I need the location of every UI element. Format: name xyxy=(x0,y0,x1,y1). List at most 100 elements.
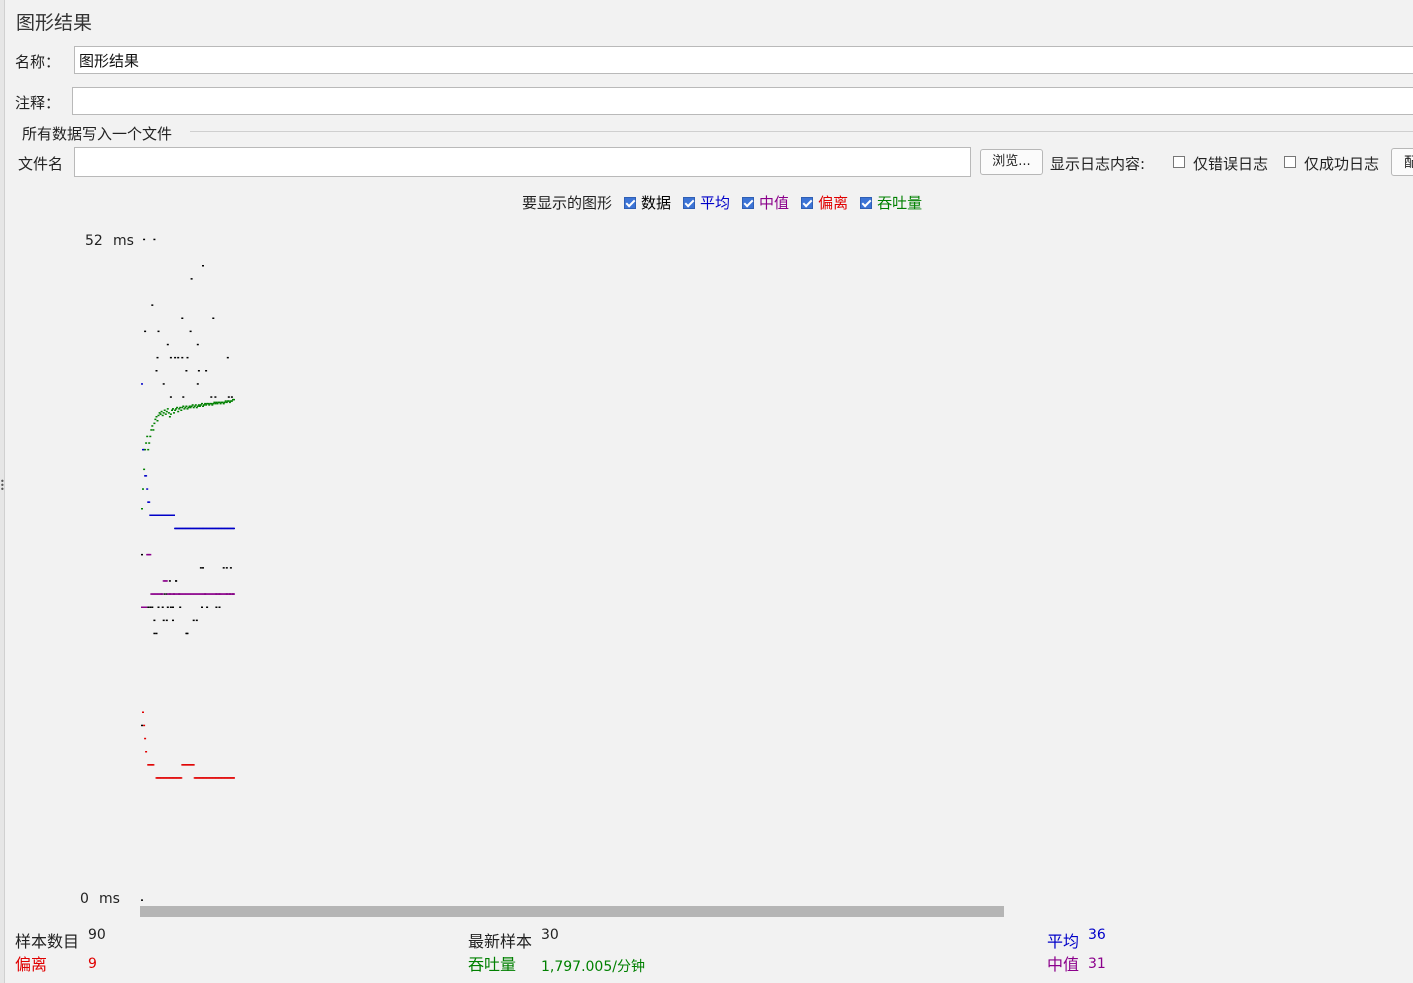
throughput-point xyxy=(178,408,181,410)
throughput-point xyxy=(193,405,196,407)
average-label: 平均 xyxy=(1047,932,1080,951)
data-point xyxy=(165,619,168,622)
median-point xyxy=(233,593,235,595)
throughput-point xyxy=(228,401,231,404)
success-only-label[interactable]: 仅成功日志 xyxy=(1304,153,1379,174)
data-point xyxy=(141,553,143,556)
throughput-point xyxy=(169,413,172,415)
comment-field[interactable] xyxy=(72,87,1413,115)
throughput-point xyxy=(161,414,164,417)
throughput-point xyxy=(210,402,213,405)
option-throughput-label[interactable]: 吞吐量 xyxy=(877,192,922,213)
name-label: 名称： xyxy=(15,53,61,71)
option-throughput[interactable]: 吞吐量 xyxy=(860,192,922,213)
browse-button[interactable]: 浏览... xyxy=(980,149,1043,175)
throughput-point xyxy=(160,410,163,413)
data-point xyxy=(141,724,143,727)
throughput-point xyxy=(189,406,192,409)
throughput-point xyxy=(158,412,161,414)
option-median-checkbox[interactable] xyxy=(742,196,755,209)
data-point xyxy=(169,356,172,359)
option-data[interactable]: 数据 xyxy=(624,192,671,213)
data-point xyxy=(151,304,154,306)
name-field[interactable] xyxy=(74,46,1413,74)
file-group-legend: 所有数据写入一个文件 xyxy=(22,125,173,143)
data-point xyxy=(218,606,221,608)
throughput-point xyxy=(175,408,178,410)
throughput-point xyxy=(180,409,183,411)
errors-only-checkbox[interactable] xyxy=(1173,156,1185,168)
data-point xyxy=(151,606,154,608)
data-point xyxy=(192,619,195,622)
log-content-label: 显示日志内容: xyxy=(1050,155,1146,173)
throughput-point xyxy=(202,405,204,407)
throughput-point xyxy=(159,413,162,415)
y-max-value: 52 xyxy=(85,233,103,249)
data-point xyxy=(182,396,185,398)
median-point xyxy=(165,580,168,582)
option-data-checkbox[interactable] xyxy=(624,196,637,209)
deviation-point xyxy=(144,737,147,740)
data-point xyxy=(144,330,147,333)
data-point xyxy=(155,370,158,372)
throughput-point xyxy=(147,448,150,451)
throughput-point xyxy=(145,442,148,444)
data-point xyxy=(212,317,215,319)
median-point xyxy=(161,593,164,595)
data-point xyxy=(229,567,232,569)
option-average[interactable]: 平均 xyxy=(683,192,730,213)
throughput-point xyxy=(218,401,221,404)
throughput-point xyxy=(187,406,190,409)
data-point xyxy=(230,396,233,398)
option-median[interactable]: 中值 xyxy=(742,192,789,213)
option-average-label[interactable]: 平均 xyxy=(700,192,730,213)
data-point xyxy=(153,238,156,241)
median-point xyxy=(149,553,152,556)
data-point xyxy=(168,580,171,582)
deviation-point xyxy=(142,711,144,713)
data-point xyxy=(190,278,193,280)
data-point xyxy=(166,606,169,608)
data-point xyxy=(153,619,156,622)
deviation-point xyxy=(152,764,155,766)
errors-only-label[interactable]: 仅错误日志 xyxy=(1193,153,1268,174)
filename-field[interactable] xyxy=(74,147,971,177)
data-point xyxy=(225,567,228,569)
data-point xyxy=(143,238,146,241)
throughput-point xyxy=(174,409,177,411)
splitter-grip-icon[interactable]: • • • xyxy=(0,478,5,494)
throughput-point xyxy=(221,401,224,404)
throughput-point xyxy=(188,405,191,407)
configure-button[interactable]: 配 xyxy=(1391,148,1413,176)
data-point xyxy=(169,606,172,608)
throughput-point xyxy=(201,402,203,405)
data-point xyxy=(215,606,218,608)
data-point xyxy=(177,356,180,359)
option-median-label[interactable]: 中值 xyxy=(759,192,789,213)
throughput-point xyxy=(167,412,170,414)
option-data-label[interactable]: 数据 xyxy=(641,192,671,213)
throughput-point xyxy=(144,448,147,451)
throughput-point xyxy=(173,412,175,414)
option-average-checkbox[interactable] xyxy=(683,196,696,209)
average-value: 36 xyxy=(1088,927,1106,943)
throughput-point xyxy=(176,406,179,409)
data-point xyxy=(147,606,150,608)
graph-horizontal-scrollbar[interactable] xyxy=(140,906,1004,917)
data-point xyxy=(197,370,200,372)
data-point xyxy=(196,383,199,385)
throughput-point xyxy=(156,420,159,422)
throughput-point xyxy=(143,468,146,471)
data-point xyxy=(175,580,178,582)
throughput-point xyxy=(219,402,222,405)
success-only-checkbox[interactable] xyxy=(1284,156,1296,168)
data-point xyxy=(174,356,177,359)
option-deviation-checkbox[interactable] xyxy=(801,196,814,209)
option-throughput-checkbox[interactable] xyxy=(860,196,873,209)
throughput-label: 吞吐量 xyxy=(468,955,517,974)
average-point xyxy=(141,383,143,385)
latest-sample-value: 30 xyxy=(541,927,559,943)
data-point xyxy=(163,593,166,595)
option-deviation[interactable]: 偏离 xyxy=(801,192,848,213)
option-deviation-label[interactable]: 偏离 xyxy=(818,192,848,213)
